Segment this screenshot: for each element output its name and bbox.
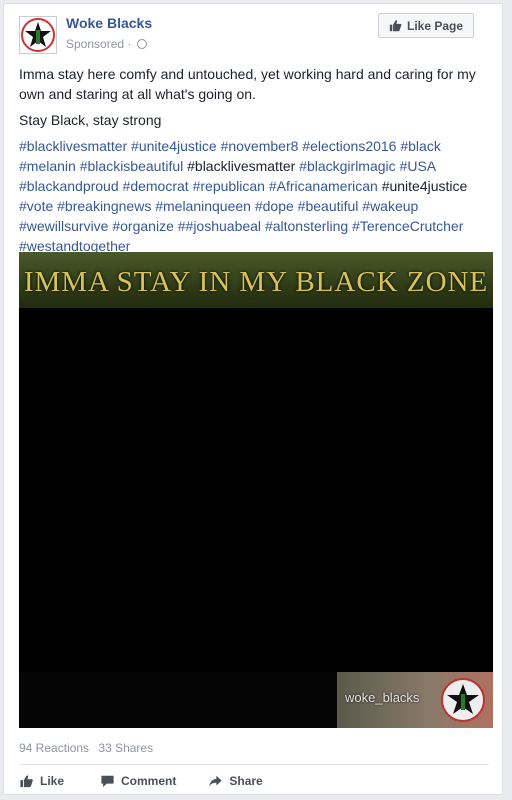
- thumbs-up-icon: [389, 20, 402, 32]
- like-button[interactable]: Like: [19, 770, 64, 792]
- comment-label: Comment: [121, 774, 177, 788]
- sponsored-text: Sponsored ·: [66, 37, 132, 51]
- post-body: Imma stay here comfy and untouched, yet …: [19, 64, 489, 262]
- hashtag-link[interactable]: #melanin: [19, 158, 76, 174]
- thumbs-up-icon: [20, 775, 33, 788]
- watermark-logo-icon: [441, 678, 485, 722]
- reactions-count[interactable]: 94 Reactions: [19, 741, 89, 755]
- hashtag-link[interactable]: #blackisbeautiful: [80, 158, 184, 174]
- image-banner-text: IMMA STAY IN MY BLACK ZONE: [23, 266, 489, 298]
- hashtag-link[interactable]: #altonsterling: [265, 218, 348, 234]
- post-text-line-2: Stay Black, stay strong: [19, 112, 162, 128]
- hashtag-link[interactable]: #wewillsurvive: [19, 218, 108, 234]
- hashtag-link[interactable]: ##joshuabeal: [178, 218, 261, 234]
- hashtag-link[interactable]: #beautiful: [298, 198, 359, 214]
- page-name-link[interactable]: Woke Blacks: [66, 15, 152, 31]
- hashtag-link[interactable]: #TerenceCrutcher: [352, 218, 463, 234]
- speech-bubble-icon: [101, 775, 114, 788]
- comment-button[interactable]: Comment: [100, 770, 176, 792]
- hashtag-link[interactable]: #USA: [400, 158, 436, 174]
- hashtag-link: #unite4justice: [381, 178, 468, 194]
- image-watermark: woke_blacks: [337, 672, 493, 728]
- hashtag-link[interactable]: #organize: [112, 218, 174, 234]
- hashtag-link: #blacklivesmatter: [187, 158, 296, 174]
- hashtag-link[interactable]: #democrat: [123, 178, 189, 194]
- sponsored-label: Sponsored ·: [66, 37, 147, 51]
- post-image[interactable]: IMMA STAY IN MY BLACK ZONE woke_blacks: [19, 252, 493, 728]
- redacted-image-area: [19, 308, 493, 672]
- hashtag-list: #blacklivesmatter #unite4justice #novemb…: [19, 136, 489, 256]
- woke-blacks-logo-icon: [21, 18, 55, 52]
- hashtag-link[interactable]: #black: [400, 138, 440, 154]
- hashtag-link[interactable]: #melaninqueen: [155, 198, 251, 214]
- actions-divider: [19, 764, 489, 765]
- post-actions-bar: Like Comment Share: [19, 770, 263, 792]
- globe-icon: [136, 39, 147, 49]
- watermark-text: woke_blacks: [345, 690, 420, 705]
- hashtag-link[interactable]: #blackgirlmagic: [299, 158, 395, 174]
- post-text-line-1: Imma stay here comfy and untouched, yet …: [19, 66, 476, 102]
- like-label: Like: [40, 774, 65, 788]
- hashtag-link[interactable]: #unite4justice: [131, 138, 217, 154]
- hashtag-link[interactable]: #dope: [255, 198, 294, 214]
- hashtag-link[interactable]: #vote: [19, 198, 53, 214]
- hashtag-link[interactable]: #elections2016: [302, 138, 396, 154]
- hashtag-link[interactable]: #blacklivesmatter: [19, 138, 127, 154]
- share-arrow-icon: [209, 775, 222, 787]
- hashtag-link[interactable]: #wakeup: [362, 198, 418, 214]
- hashtag-link[interactable]: #blackandproud: [19, 178, 119, 194]
- page-avatar[interactable]: [19, 16, 57, 54]
- hashtag-link[interactable]: #Africanamerican: [269, 178, 378, 194]
- shares-count[interactable]: 33 Shares: [98, 741, 153, 755]
- like-page-label: Like Page: [406, 18, 464, 33]
- hashtag-link[interactable]: #breakingnews: [57, 198, 151, 214]
- engagement-stats: 94 Reactions 33 Shares: [19, 741, 159, 755]
- sponsored-post-card: Woke Blacks Sponsored · Like Page Imma s…: [3, 3, 503, 795]
- image-banner: IMMA STAY IN MY BLACK ZONE: [19, 252, 493, 312]
- hashtag-link[interactable]: #republican: [193, 178, 265, 194]
- share-label: Share: [229, 774, 263, 788]
- like-page-button[interactable]: Like Page: [378, 13, 474, 38]
- share-button[interactable]: Share: [208, 770, 263, 792]
- hashtag-link[interactable]: #november8: [221, 138, 299, 154]
